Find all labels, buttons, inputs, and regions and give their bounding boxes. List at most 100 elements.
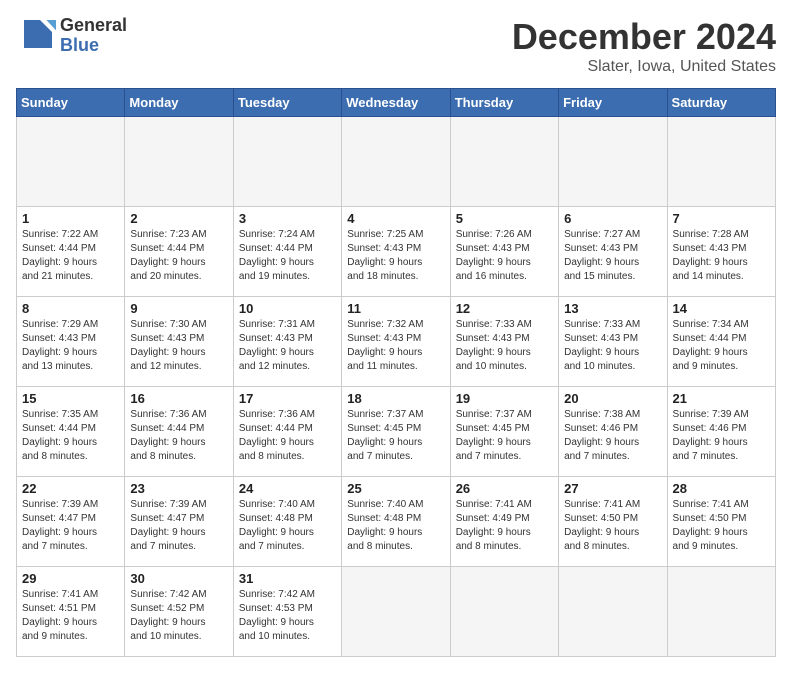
day-info: Sunrise: 7:33 AM Sunset: 4:43 PM Dayligh…	[456, 318, 553, 374]
day-number: 22	[22, 481, 119, 496]
day-number: 11	[347, 301, 444, 316]
calendar-cell: 27Sunrise: 7:41 AM Sunset: 4:50 PM Dayli…	[559, 477, 667, 567]
location: Slater, Iowa, United States	[512, 58, 776, 76]
week-row-3: 8Sunrise: 7:29 AM Sunset: 4:43 PM Daylig…	[17, 297, 776, 387]
day-number: 26	[456, 481, 553, 496]
day-info: Sunrise: 7:22 AM Sunset: 4:44 PM Dayligh…	[22, 228, 119, 284]
day-number: 12	[456, 301, 553, 316]
day-number: 30	[130, 571, 227, 586]
day-number: 7	[673, 211, 770, 226]
day-number: 9	[130, 301, 227, 316]
day-header-friday: Friday	[559, 89, 667, 117]
calendar-cell	[233, 117, 341, 207]
day-info: Sunrise: 7:30 AM Sunset: 4:43 PM Dayligh…	[130, 318, 227, 374]
calendar-cell: 1 Sunrise: 7:22 AM Sunset: 4:44 PM Daylig…	[17, 207, 125, 297]
day-info: Sunrise: 7:36 AM Sunset: 4:44 PM Dayligh…	[239, 408, 336, 464]
day-number: 16	[130, 391, 227, 406]
calendar-cell: 4Sunrise: 7:25 AM Sunset: 4:43 PM Daylig…	[342, 207, 450, 297]
day-header-sunday: Sunday	[17, 89, 125, 117]
calendar-cell: 20Sunrise: 7:38 AM Sunset: 4:46 PM Dayli…	[559, 387, 667, 477]
day-info: Sunrise: 7:36 AM Sunset: 4:44 PM Dayligh…	[130, 408, 227, 464]
calendar-cell: 15Sunrise: 7:35 AM Sunset: 4:44 PM Dayli…	[17, 387, 125, 477]
calendar-cell: 6 Sunrise: 7:27 AM Sunset: 4:43 PM Daylig…	[559, 207, 667, 297]
day-info: Sunrise: 7:41 AM Sunset: 4:51 PM Dayligh…	[22, 588, 119, 644]
title-area: December 2024 Slater, Iowa, United State…	[512, 16, 776, 76]
day-info: Sunrise: 7:39 AM Sunset: 4:46 PM Dayligh…	[673, 408, 770, 464]
calendar-cell: 13Sunrise: 7:33 AM Sunset: 4:43 PM Dayli…	[559, 297, 667, 387]
day-info: Sunrise: 7:34 AM Sunset: 4:44 PM Dayligh…	[673, 318, 770, 374]
day-info: Sunrise: 7:35 AM Sunset: 4:44 PM Dayligh…	[22, 408, 119, 464]
day-info: Sunrise: 7:42 AM Sunset: 4:52 PM Dayligh…	[130, 588, 227, 644]
day-info: Sunrise: 7:40 AM Sunset: 4:48 PM Dayligh…	[347, 498, 444, 554]
day-info: Sunrise: 7:41 AM Sunset: 4:49 PM Dayligh…	[456, 498, 553, 554]
calendar-cell	[17, 117, 125, 207]
day-header-tuesday: Tuesday	[233, 89, 341, 117]
day-info: Sunrise: 7:41 AM Sunset: 4:50 PM Dayligh…	[564, 498, 661, 554]
calendar-table: SundayMondayTuesdayWednesdayThursdayFrid…	[16, 88, 776, 657]
day-info: Sunrise: 7:28 AM Sunset: 4:43 PM Dayligh…	[673, 228, 770, 284]
day-info: Sunrise: 7:26 AM Sunset: 4:43 PM Dayligh…	[456, 228, 553, 284]
day-info: Sunrise: 7:27 AM Sunset: 4:43 PM Dayligh…	[564, 228, 661, 284]
day-header-monday: Monday	[125, 89, 233, 117]
day-number: 6	[564, 211, 661, 226]
logo-general: General	[60, 16, 127, 36]
week-row-2: 1 Sunrise: 7:22 AM Sunset: 4:44 PM Daylig…	[17, 207, 776, 297]
day-info: Sunrise: 7:39 AM Sunset: 4:47 PM Dayligh…	[22, 498, 119, 554]
calendar-cell: 11 Sunrise: 7:32 AM Sunset: 4:43 PM Dayli…	[342, 297, 450, 387]
calendar-cell: 24 Sunrise: 7:40 AM Sunset: 4:48 PM Dayli…	[233, 477, 341, 567]
day-header-saturday: Saturday	[667, 89, 775, 117]
day-number: 5	[456, 211, 553, 226]
day-number: 1	[22, 211, 119, 226]
day-number: 20	[564, 391, 661, 406]
day-info: Sunrise: 7:41 AM Sunset: 4:50 PM Dayligh…	[673, 498, 770, 554]
day-info: Sunrise: 7:25 AM Sunset: 4:43 PM Dayligh…	[347, 228, 444, 284]
calendar-cell: 28 Sunrise: 7:41 AM Sunset: 4:50 PM Dayli…	[667, 477, 775, 567]
day-info: Sunrise: 7:32 AM Sunset: 4:43 PM Dayligh…	[347, 318, 444, 374]
calendar-cell: 25 Sunrise: 7:40 AM Sunset: 4:48 PM Dayli…	[342, 477, 450, 567]
day-number: 19	[456, 391, 553, 406]
calendar-cell: 18Sunrise: 7:37 AM Sunset: 4:45 PM Dayli…	[342, 387, 450, 477]
day-number: 29	[22, 571, 119, 586]
day-info: Sunrise: 7:29 AM Sunset: 4:43 PM Dayligh…	[22, 318, 119, 374]
day-info: Sunrise: 7:23 AM Sunset: 4:44 PM Dayligh…	[130, 228, 227, 284]
calendar-cell	[450, 117, 558, 207]
calendar-cell: 14 Sunrise: 7:34 AM Sunset: 4:44 PM Dayli…	[667, 297, 775, 387]
calendar-cell	[125, 117, 233, 207]
day-info: Sunrise: 7:40 AM Sunset: 4:48 PM Dayligh…	[239, 498, 336, 554]
calendar-cell: 10Sunrise: 7:31 AM Sunset: 4:43 PM Dayli…	[233, 297, 341, 387]
day-number: 21	[673, 391, 770, 406]
day-header-thursday: Thursday	[450, 89, 558, 117]
calendar-header-row: SundayMondayTuesdayWednesdayThursdayFrid…	[17, 89, 776, 117]
day-number: 14	[673, 301, 770, 316]
day-number: 18	[347, 391, 444, 406]
calendar-cell: 21 Sunrise: 7:39 AM Sunset: 4:46 PM Dayli…	[667, 387, 775, 477]
week-row-1	[17, 117, 776, 207]
logo: General Blue	[16, 16, 127, 56]
day-number: 10	[239, 301, 336, 316]
week-row-5: 22 Sunrise: 7:39 AM Sunset: 4:47 PM Dayli…	[17, 477, 776, 567]
day-number: 13	[564, 301, 661, 316]
generalblue-logo-icon	[16, 16, 56, 56]
calendar-cell: 17 Sunrise: 7:36 AM Sunset: 4:44 PM Dayli…	[233, 387, 341, 477]
calendar-cell: 22 Sunrise: 7:39 AM Sunset: 4:47 PM Dayli…	[17, 477, 125, 567]
day-number: 25	[347, 481, 444, 496]
calendar-cell: 7 Sunrise: 7:28 AM Sunset: 4:43 PM Daylig…	[667, 207, 775, 297]
day-info: Sunrise: 7:39 AM Sunset: 4:47 PM Dayligh…	[130, 498, 227, 554]
calendar-cell: 8Sunrise: 7:29 AM Sunset: 4:43 PM Daylig…	[17, 297, 125, 387]
calendar-cell: 19Sunrise: 7:37 AM Sunset: 4:45 PM Dayli…	[450, 387, 558, 477]
day-number: 28	[673, 481, 770, 496]
logo-text: General Blue	[60, 16, 127, 56]
calendar-cell: 2Sunrise: 7:23 AM Sunset: 4:44 PM Daylig…	[125, 207, 233, 297]
day-number: 24	[239, 481, 336, 496]
day-number: 17	[239, 391, 336, 406]
calendar-cell	[559, 117, 667, 207]
calendar-cell: 12 Sunrise: 7:33 AM Sunset: 4:43 PM Dayli…	[450, 297, 558, 387]
page-header: General Blue December 2024 Slater, Iowa,…	[16, 16, 776, 76]
day-info: Sunrise: 7:24 AM Sunset: 4:44 PM Dayligh…	[239, 228, 336, 284]
day-number: 31	[239, 571, 336, 586]
calendar-cell: 3 Sunrise: 7:24 AM Sunset: 4:44 PM Daylig…	[233, 207, 341, 297]
day-info: Sunrise: 7:42 AM Sunset: 4:53 PM Dayligh…	[239, 588, 336, 644]
day-number: 3	[239, 211, 336, 226]
calendar-cell: 5 Sunrise: 7:26 AM Sunset: 4:43 PM Daylig…	[450, 207, 558, 297]
day-header-wednesday: Wednesday	[342, 89, 450, 117]
